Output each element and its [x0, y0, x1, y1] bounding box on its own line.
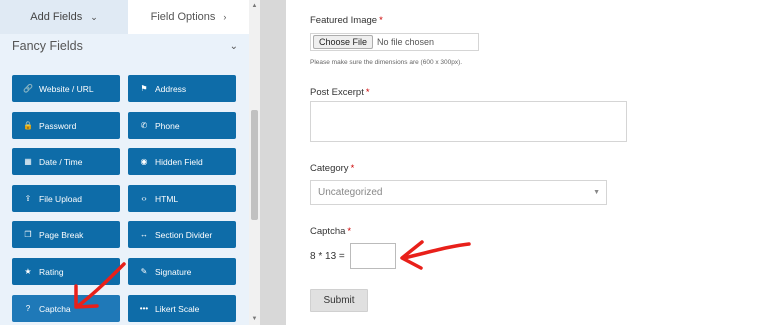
captcha-answer-input[interactable]: [350, 243, 396, 269]
star-icon: ★: [24, 267, 32, 276]
phone-icon: ✆: [140, 121, 148, 130]
field-button-website-url[interactable]: 🔗 Website / URL: [12, 75, 120, 102]
submit-button[interactable]: Submit: [310, 289, 368, 312]
field-button-label: Rating: [39, 266, 64, 277]
field-button-file-upload[interactable]: ⇪ File Upload: [12, 185, 120, 212]
copy-icon: ❐: [24, 230, 32, 239]
captcha-question: 8 * 13 =: [310, 251, 345, 262]
panel-tabs: Add Fields ⌄ Field Options ›: [0, 0, 249, 34]
field-builder-panel: Add Fields ⌄ Field Options › Fancy Field…: [0, 0, 260, 325]
field-button-label: File Upload: [39, 193, 82, 204]
field-button-label: Likert Scale: [155, 303, 200, 314]
chevron-down-icon: ⌄: [90, 11, 98, 22]
calendar-icon: ▦: [24, 157, 32, 166]
field-button-label: Signature: [155, 266, 192, 277]
required-marker: *: [350, 163, 355, 174]
form-preview: Featured Image * Choose File No file chos…: [286, 0, 775, 325]
required-marker: *: [347, 226, 352, 237]
scroll-down-arrow-icon[interactable]: ▼: [249, 315, 260, 323]
field-button-label: Captcha: [39, 303, 71, 314]
field-button-address[interactable]: ⚑ Address: [128, 75, 236, 102]
scrollbar-thumb[interactable]: [251, 110, 258, 220]
field-button-captcha[interactable]: ? Captcha: [12, 295, 120, 322]
field-button-label: Page Break: [39, 229, 84, 240]
tab-add-fields[interactable]: Add Fields ⌄: [0, 0, 128, 34]
panel-scrollbar[interactable]: ▲ ▼: [249, 0, 260, 325]
tab-add-fields-label: Add Fields: [30, 11, 83, 23]
field-button-label: Phone: [155, 120, 180, 131]
field-button-date-time[interactable]: ▦ Date / Time: [12, 148, 120, 175]
field-button-signature[interactable]: ✎ Signature: [128, 258, 236, 285]
featured-image-hint: Please make sure the dimensions are (600…: [310, 59, 463, 66]
featured-image-label: Featured Image *: [310, 15, 383, 26]
arrows-h-icon: ↔: [140, 230, 148, 239]
field-button-label: HTML: [155, 193, 179, 204]
required-marker: *: [379, 15, 383, 26]
captcha-label: Captcha *: [310, 226, 351, 237]
pencil-icon: ✎: [140, 267, 148, 276]
field-button-phone[interactable]: ✆ Phone: [128, 112, 236, 139]
lock-icon: 🔒: [23, 121, 33, 130]
required-marker: *: [365, 87, 370, 98]
field-button-hidden-field[interactable]: ◉ Hidden Field: [128, 148, 236, 175]
featured-image-label-text: Featured Image: [310, 15, 378, 26]
section-title: Fancy Fields: [12, 39, 83, 53]
category-label: Category *: [310, 163, 354, 174]
scroll-up-arrow-icon[interactable]: ▲: [249, 2, 260, 10]
category-label-text: Category: [310, 163, 349, 174]
field-button-label: Password: [39, 120, 77, 131]
eye-slash-icon: ◉: [140, 157, 148, 166]
field-button-html[interactable]: ‹› HTML: [128, 185, 236, 212]
chevron-right-icon: ›: [223, 12, 227, 22]
featured-image-file-input[interactable]: Choose File No file chosen: [310, 33, 479, 51]
chevron-down-icon: ⌄: [229, 40, 238, 52]
post-excerpt-label: Post Excerpt *: [310, 87, 370, 98]
choose-file-button[interactable]: Choose File: [313, 35, 374, 49]
code-icon: ‹›: [141, 194, 147, 203]
post-excerpt-textarea[interactable]: [310, 101, 627, 142]
field-button-label: Section Divider: [155, 229, 213, 240]
field-button-label: Address: [155, 83, 187, 94]
panel-divider: [260, 0, 286, 325]
field-button-page-break[interactable]: ❐ Page Break: [12, 221, 120, 248]
field-button-likert-scale[interactable]: ••• Likert Scale: [128, 295, 236, 322]
question-circle-icon: ?: [25, 304, 31, 313]
field-button-label: Hidden Field: [155, 156, 203, 167]
field-button-label: Date / Time: [39, 156, 83, 167]
category-select-value: Uncategorized: [318, 187, 383, 198]
field-button-password[interactable]: 🔒 Password: [12, 112, 120, 139]
field-button-label: Website / URL: [39, 83, 94, 94]
upload-icon: ⇪: [24, 194, 32, 203]
file-status-text: No file chosen: [377, 37, 435, 47]
category-select[interactable]: Uncategorized ▼: [310, 180, 607, 205]
tab-field-options[interactable]: Field Options ›: [128, 0, 249, 34]
caret-down-icon: ▼: [593, 189, 600, 196]
field-button-rating[interactable]: ★ Rating: [12, 258, 120, 285]
fancy-fields-section-toggle[interactable]: Fancy Fields ⌄: [12, 36, 238, 56]
post-excerpt-label-text: Post Excerpt: [310, 87, 364, 98]
tab-field-options-label: Field Options: [150, 11, 216, 23]
ellipsis-icon: •••: [139, 304, 149, 313]
captcha-label-text: Captcha: [310, 226, 346, 237]
map-marker-icon: ⚑: [140, 84, 148, 93]
link-icon: 🔗: [23, 84, 33, 93]
field-button-section-divider[interactable]: ↔ Section Divider: [128, 221, 236, 248]
